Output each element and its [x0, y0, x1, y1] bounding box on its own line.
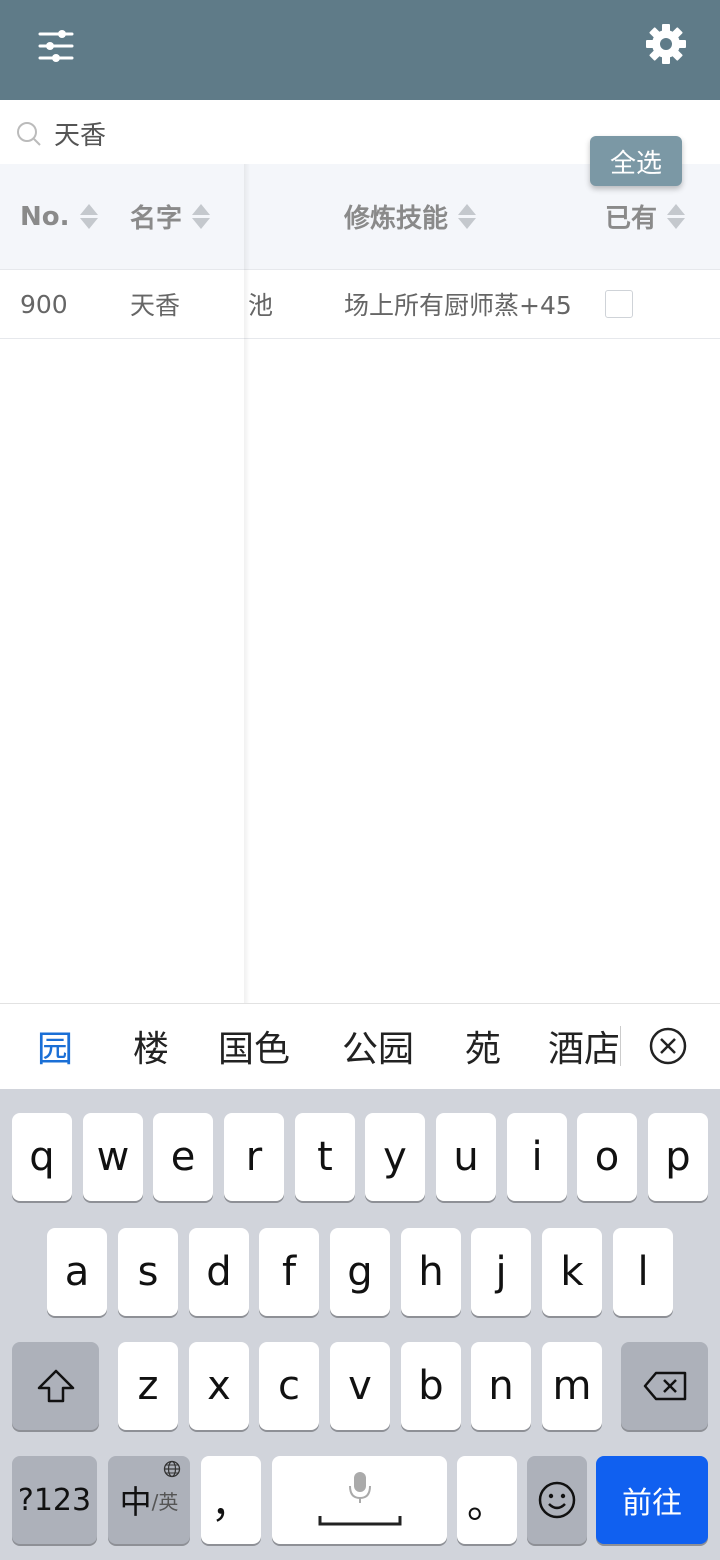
- backspace-icon: [643, 1371, 686, 1401]
- key-e[interactable]: e: [153, 1113, 213, 1201]
- key-b[interactable]: b: [401, 1342, 461, 1430]
- sort-icon: [458, 203, 477, 230]
- key-a[interactable]: a: [47, 1228, 107, 1316]
- key-o[interactable]: o: [577, 1113, 637, 1201]
- column-no[interactable]: No.: [20, 164, 98, 269]
- ime-candidate[interactable]: 酒店: [548, 1003, 620, 1089]
- key-k[interactable]: k: [542, 1228, 602, 1316]
- key-g[interactable]: g: [330, 1228, 390, 1316]
- key-x[interactable]: x: [189, 1342, 249, 1430]
- key-h[interactable]: h: [401, 1228, 461, 1316]
- key-r[interactable]: r: [224, 1113, 284, 1201]
- period-key[interactable]: 。: [457, 1456, 517, 1544]
- column-name[interactable]: 名字: [130, 164, 211, 269]
- column-skill[interactable]: 修炼技能: [344, 164, 477, 269]
- key-s[interactable]: s: [118, 1228, 178, 1316]
- key-z[interactable]: z: [118, 1342, 178, 1430]
- shift-icon: [37, 1369, 74, 1403]
- search-input[interactable]: [52, 108, 576, 158]
- globe-icon: [163, 1460, 181, 1478]
- key-q[interactable]: q: [12, 1113, 72, 1201]
- column-owned-label: 已有: [605, 204, 658, 234]
- column-skill-label: 修炼技能: [344, 204, 449, 234]
- space-key[interactable]: [272, 1456, 447, 1544]
- microphone-icon: [318, 1472, 401, 1526]
- app-header: [0, 0, 720, 100]
- key-n[interactable]: n: [471, 1342, 531, 1430]
- language-main-label: 中: [119, 1483, 152, 1521]
- owned-checkbox[interactable]: [605, 290, 633, 318]
- key-m[interactable]: m: [542, 1342, 602, 1430]
- go-key[interactable]: 前往: [596, 1456, 708, 1544]
- sort-icon: [192, 203, 211, 230]
- gear-icon[interactable]: [644, 22, 688, 66]
- cell-partial: 池: [248, 291, 274, 320]
- fixed-column-divider: [244, 164, 250, 1003]
- key-d[interactable]: d: [189, 1228, 249, 1316]
- key-p[interactable]: p: [648, 1113, 708, 1201]
- select-all-button[interactable]: 全选: [590, 136, 682, 186]
- emoji-icon: [538, 1481, 576, 1519]
- filter-icon[interactable]: [36, 28, 76, 64]
- numbers-key[interactable]: ?123: [12, 1456, 97, 1544]
- cell-no: 900: [20, 289, 68, 319]
- backspace-key[interactable]: [621, 1342, 708, 1430]
- key-l[interactable]: l: [613, 1228, 673, 1316]
- sort-icon: [79, 203, 98, 230]
- ime-candidate[interactable]: 国色: [218, 1003, 290, 1089]
- divider: [620, 1026, 621, 1066]
- cell-skill: 场上所有厨师蒸+45: [344, 291, 572, 320]
- close-circle-icon[interactable]: [648, 1026, 688, 1066]
- key-f[interactable]: f: [259, 1228, 319, 1316]
- search-icon: [16, 121, 42, 147]
- ime-candidate-clip: 酒店: [548, 1003, 620, 1089]
- ime-candidate[interactable]: 公园: [342, 1003, 414, 1089]
- language-sub-label: /英: [151, 1489, 179, 1514]
- cell-name: 天香: [130, 291, 181, 320]
- comma-key[interactable]: ，: [201, 1456, 261, 1544]
- key-j[interactable]: j: [471, 1228, 531, 1316]
- sort-icon: [667, 203, 686, 230]
- ime-candidate[interactable]: 楼: [133, 1003, 169, 1089]
- key-y[interactable]: y: [365, 1113, 425, 1201]
- key-t[interactable]: t: [295, 1113, 355, 1201]
- key-i[interactable]: i: [507, 1113, 567, 1201]
- key-u[interactable]: u: [436, 1113, 496, 1201]
- key-w[interactable]: w: [83, 1113, 143, 1201]
- emoji-key[interactable]: [527, 1456, 587, 1544]
- column-no-label: No.: [20, 201, 70, 232]
- ime-candidate[interactable]: 园: [37, 1003, 73, 1089]
- ime-candidate[interactable]: 苑: [465, 1003, 501, 1089]
- column-name-label: 名字: [130, 204, 183, 234]
- key-c[interactable]: c: [259, 1342, 319, 1430]
- key-v[interactable]: v: [330, 1342, 390, 1430]
- shift-key[interactable]: [12, 1342, 99, 1430]
